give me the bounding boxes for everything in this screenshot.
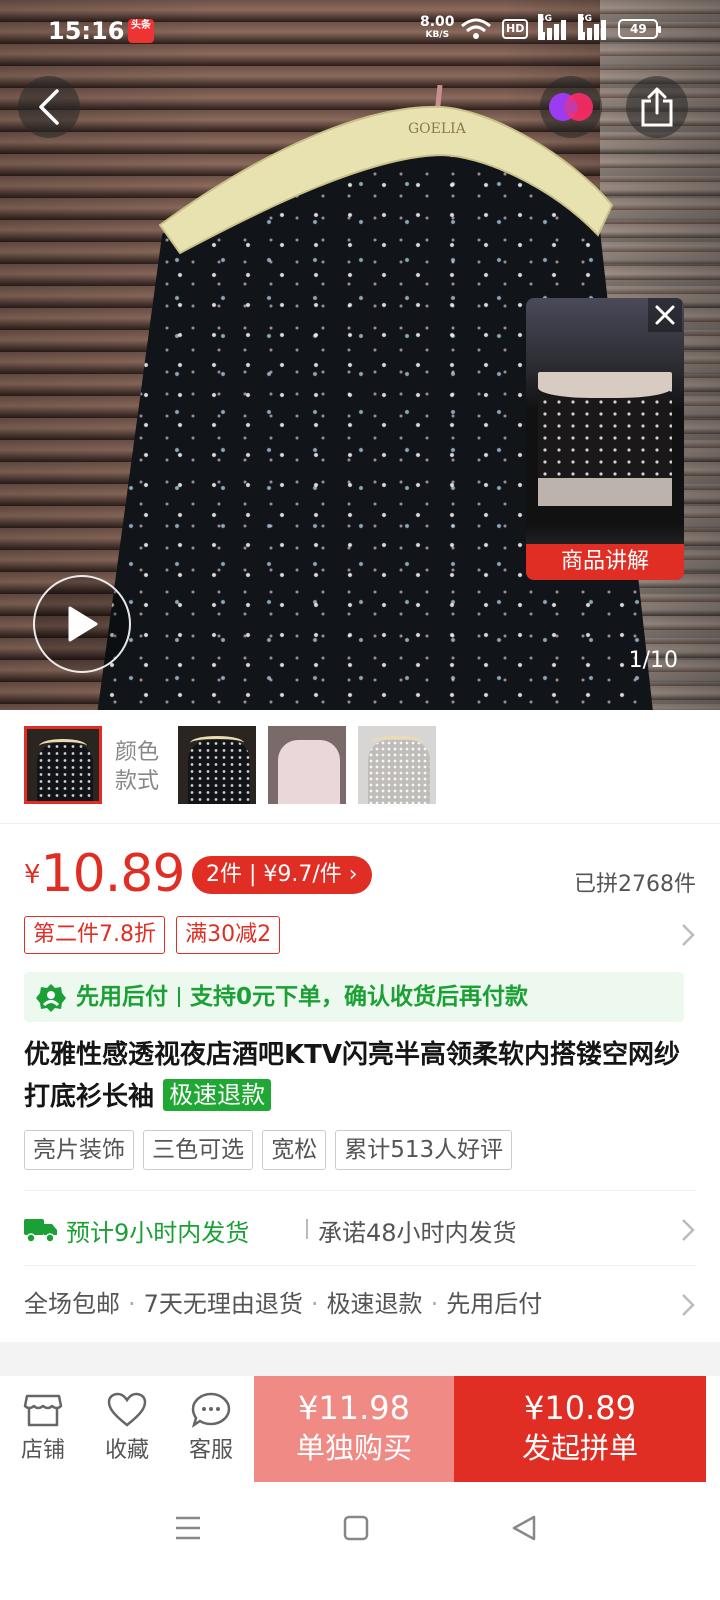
- feature-tag: 亮片装饰: [24, 1130, 134, 1170]
- promo-tag: 第二件7.8折: [24, 916, 165, 954]
- chevron-right-icon: [682, 1219, 695, 1241]
- sku-thumb[interactable]: [358, 726, 436, 804]
- chevron-right-icon: [682, 1294, 695, 1316]
- promo-tag: 满30减2: [176, 916, 281, 954]
- multi-buy-tag[interactable]: 2件 | ¥9.7/件 ›: [192, 856, 372, 894]
- live-explain-label: 商品讲解: [526, 544, 684, 580]
- signal-5g-icon: 5G: [578, 14, 608, 40]
- pay-after-banner[interactable]: 先用后付 支持0元下单，确认收货后再付款: [24, 972, 684, 1022]
- guarantee-item: 极速退款: [326, 1290, 423, 1318]
- store-icon: [23, 1394, 63, 1427]
- buy-alone-price: ¥11.98: [298, 1389, 410, 1427]
- nav-menu-button[interactable]: [158, 1506, 218, 1550]
- share-button[interactable]: [626, 76, 688, 138]
- feature-tag: 累计513人好评: [335, 1130, 513, 1170]
- shipping-promise: 承诺48小时内发货: [318, 1219, 517, 1247]
- price-row: ¥10.89 2件 | ¥9.7/件 › 已拼2768件: [24, 844, 696, 908]
- system-navigation-bar: [0, 1482, 720, 1600]
- menu-icon: [176, 1516, 200, 1540]
- start-group-buy-button[interactable]: ¥10.89 发起拼单: [454, 1376, 706, 1482]
- chevron-left-icon: [39, 89, 59, 125]
- app-badge-icon: 头条: [128, 19, 154, 43]
- play-video-button[interactable]: [33, 575, 131, 673]
- section-divider: [0, 1342, 720, 1376]
- sku-label: 颜色 款式: [115, 740, 160, 794]
- customer-service-button[interactable]: 客服: [176, 1392, 246, 1464]
- share-icon: [641, 87, 673, 127]
- sku-selector: 颜色 款式: [0, 710, 720, 824]
- close-icon: [655, 305, 675, 325]
- product-title: 优雅性感透视夜店酒吧KTV闪亮半高领柔软内搭镂空网纱打底衫长袖 极速退款: [24, 1040, 681, 1112]
- live-card-close-button[interactable]: [648, 298, 682, 332]
- truck-icon: [24, 1219, 57, 1243]
- group-buy-label: 发起拼单: [521, 1431, 638, 1465]
- shipping-estimate: 预计9小时内发货: [66, 1219, 250, 1247]
- store-button[interactable]: 店铺: [8, 1392, 78, 1464]
- guarantee-item: 先用后付: [446, 1290, 543, 1318]
- network-speed: 8.00 KB/S: [420, 14, 455, 40]
- pay-after-badge-icon: [36, 984, 66, 1012]
- nav-home-button[interactable]: [326, 1506, 386, 1550]
- guarantee-item: 全场包邮: [24, 1290, 120, 1318]
- sku-thumb[interactable]: [268, 726, 346, 804]
- battery-icon: 49: [618, 19, 662, 39]
- service-guarantees-row[interactable]: 全场包邮 · 7天无理由退货 · 极速退款 · 先用后付: [24, 1266, 696, 1342]
- back-triangle-icon: [512, 1515, 536, 1541]
- signal-4g-icon: 4G: [538, 14, 568, 40]
- status-bar: 15:16 头条 8.00 KB/S HD 4G 5G 49: [0, 0, 720, 64]
- sold-count: 已拼2768件: [574, 872, 696, 897]
- live-explain-card[interactable]: 商品讲解: [526, 298, 684, 580]
- sku-thumb[interactable]: [178, 726, 256, 804]
- chevron-right-icon: [682, 924, 695, 946]
- feature-tag: 宽松: [262, 1130, 327, 1170]
- buy-alone-button[interactable]: ¥11.98 单独购买: [254, 1376, 454, 1482]
- live-video-thumbnail: [538, 372, 672, 506]
- play-icon: [68, 606, 98, 642]
- status-time: 15:16: [48, 17, 125, 45]
- heart-icon: [107, 1392, 147, 1427]
- product-image-carousel[interactable]: GOELIA 15:16 头条 8.00 KB/S HD 4G 5G 49 商品…: [0, 0, 720, 710]
- feature-tag: 三色可选: [143, 1130, 254, 1170]
- buy-alone-label: 单独购买: [295, 1431, 412, 1465]
- home-square-icon: [343, 1515, 369, 1541]
- nav-back-button[interactable]: [494, 1506, 554, 1550]
- brand-logo-button[interactable]: [540, 76, 602, 138]
- brand-logo-icon: [549, 93, 593, 121]
- shipping-row[interactable]: 预计9小时内发货 承诺48小时内发货: [24, 1190, 696, 1266]
- feature-tags: 亮片装饰 三色可选 宽松 累计513人好评: [24, 1130, 696, 1170]
- guarantee-item: 7天无理由退货: [143, 1290, 303, 1318]
- product-detail-page: GOELIA 15:16 头条 8.00 KB/S HD 4G 5G 49 商品…: [0, 0, 720, 1600]
- hanger-brand-text: GOELIA: [408, 121, 467, 137]
- bottom-action-bar: 店铺 收藏 客服 ¥11.98 单独购买 ¥10.89 发起拼单: [0, 1376, 720, 1482]
- hd-voice-icon: HD: [502, 19, 529, 39]
- fast-refund-tag: 极速退款: [163, 1079, 272, 1111]
- sku-thumb-selected[interactable]: [24, 726, 102, 804]
- group-buy-price: ¥10.89: [524, 1389, 636, 1427]
- chat-bubble-icon: [191, 1392, 231, 1428]
- image-page-indicator: 1/10: [628, 648, 678, 673]
- wifi-icon: [461, 18, 491, 39]
- favorite-button[interactable]: 收藏: [92, 1392, 162, 1464]
- back-button[interactable]: [18, 76, 80, 138]
- promo-row[interactable]: 第二件7.8折 满30减2: [24, 916, 696, 954]
- group-price: ¥10.89: [24, 844, 185, 904]
